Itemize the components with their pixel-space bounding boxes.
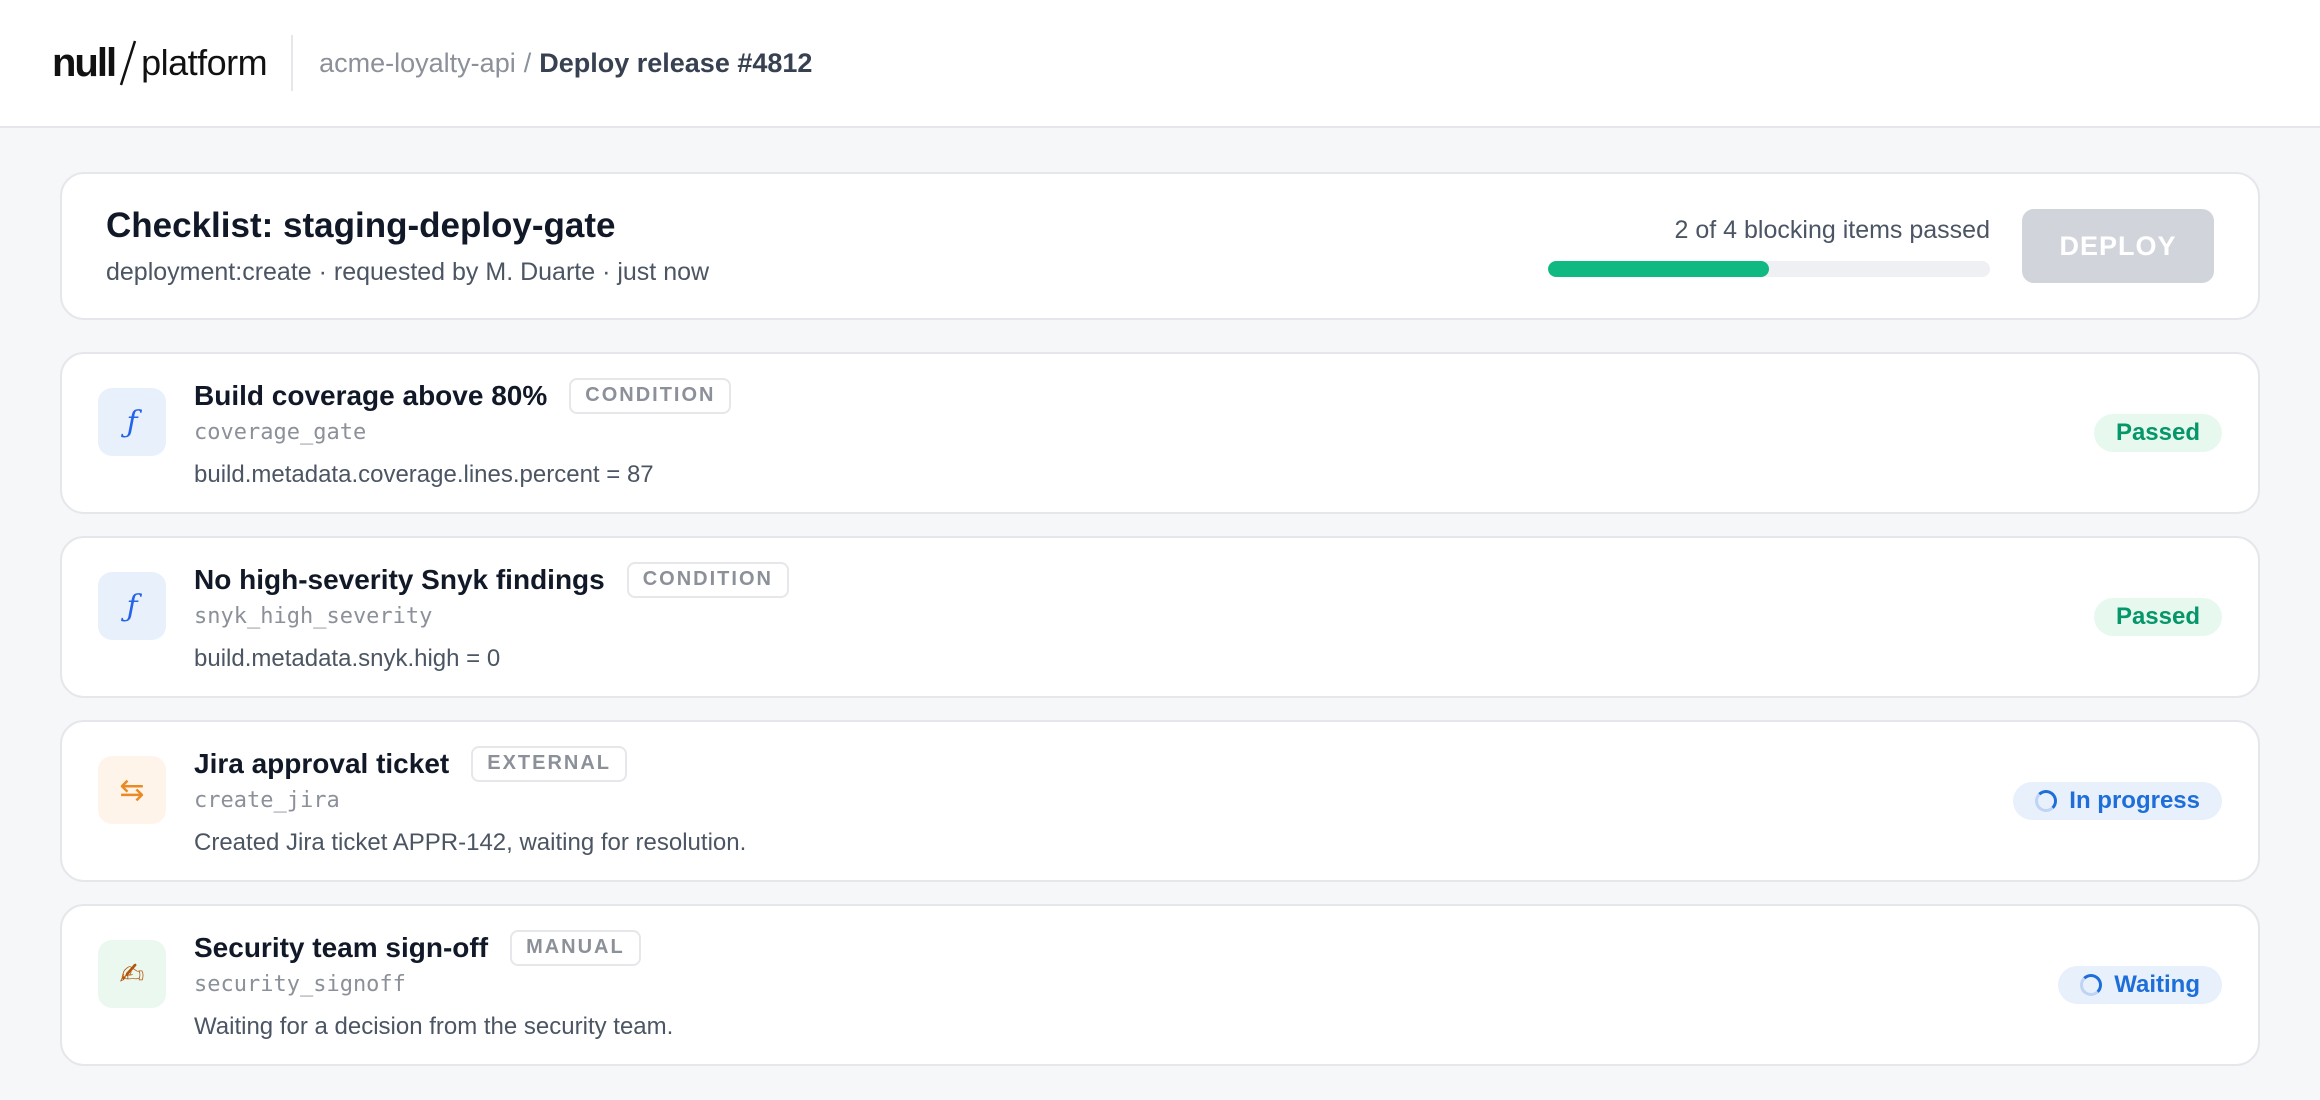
status-label: Passed [2115,603,2200,630]
logo-null-text: null [52,40,117,85]
status-badge-passed: Passed [2093,414,2222,452]
breadcrumb-separator: / [523,47,532,78]
checklist-item-key: snyk_high_severity [194,603,433,629]
breadcrumb-current: Deploy release #4812 [539,47,813,78]
checklist-item-title-row: Jira approval ticket EXTERNAL [194,745,2013,782]
logo-platform-text: platform [141,42,268,83]
checklist-item-body: Security team sign-off MANUAL security_s… [194,929,2058,1041]
checklist-header-text: Checklist: staging-deploy-gate deploymen… [106,206,709,287]
checklist-item[interactable]: ƒ Build coverage above 80% CONDITION cov… [60,352,2260,514]
checklist-item-description: build.metadata.snyk.high = 0 [194,644,501,672]
function-icon: ƒ [98,572,166,640]
function-icon: ƒ [98,388,166,456]
checklist-item[interactable]: ƒ No high-severity Snyk findings CONDITI… [60,536,2260,698]
status-badge-in-progress: In progress [2013,782,2222,820]
checklist-item-key: coverage_gate [194,419,367,445]
status-label: Waiting [2114,971,2200,998]
checklist-item-key: security_signoff [194,971,406,997]
writing-hand-icon: ✍ [98,940,166,1008]
progress-summary: 2 of 4 blocking items passed [1548,216,1990,277]
item-type-badge: CONDITION [626,561,789,598]
swap-arrows-icon: ⇆ [98,756,166,824]
breadcrumb-app-link[interactable]: acme-loyalty-api [319,48,516,79]
checklist-item-title-row: Build coverage above 80% CONDITION [194,377,2094,414]
top-bar: null platform acme-loyalty-api / Deploy … [0,0,2320,128]
progress-text: 2 of 4 blocking items passed [1674,215,1990,244]
brand-logo[interactable]: null platform [52,39,268,87]
status-badge-waiting: Waiting [2058,966,2222,1004]
checklist-header-actions: 2 of 4 blocking items passed DEPLOY [1548,209,2214,283]
progress-fill [1548,260,1769,277]
checklist-header-card: Checklist: staging-deploy-gate deploymen… [60,172,2260,320]
checklist-item-title: Security team sign-off [194,931,489,963]
checklist-item-title: Build coverage above 80% [194,379,548,411]
spinner-icon [2080,974,2103,996]
checklist-item-body: Jira approval ticket EXTERNAL create_jir… [194,745,2013,857]
item-type-badge: MANUAL [510,929,641,966]
status-label: In progress [2069,787,2200,814]
checklist-item-key: create_jira [194,787,340,813]
checklist-item-title-row: No high-severity Snyk findings CONDITION [194,561,2094,598]
topbar-divider [291,35,294,91]
checklist-title: Checklist: staging-deploy-gate [106,205,616,245]
checklist-item-title: Jira approval ticket [194,747,450,779]
checklist-item-description: build.metadata.coverage.lines.percent = … [194,460,654,488]
progress-track [1548,260,1990,277]
checklist-item-description: Waiting for a decision from the security… [194,1012,674,1040]
status-label: Passed [2115,419,2200,446]
checklist-item[interactable]: ⇆ Jira approval ticket EXTERNAL create_j… [60,720,2260,882]
checklist-subtitle: deployment:create · requested by M. Duar… [106,257,710,286]
spinner-icon [2035,790,2058,812]
checklist-item[interactable]: ✍ Security team sign-off MANUAL security… [60,904,2260,1066]
checklist-item-body: No high-severity Snyk findings CONDITION… [194,561,2094,673]
checklist-item-description: Created Jira ticket APPR-142, waiting fo… [194,828,747,856]
item-type-badge: CONDITION [569,377,732,414]
item-type-badge: EXTERNAL [471,745,628,782]
checklist-item-title: No high-severity Snyk findings [194,563,605,595]
breadcrumb: acme-loyalty-api / Deploy release #4812 [319,48,812,79]
main-content: Checklist: staging-deploy-gate deploymen… [0,128,2320,1066]
checklist-item-body: Build coverage above 80% CONDITION cover… [194,377,2094,489]
checklist-item-title-row: Security team sign-off MANUAL [194,929,2058,966]
deploy-button[interactable]: DEPLOY [2022,209,2214,283]
logo-slash-icon [119,40,137,86]
status-badge-passed: Passed [2093,598,2222,636]
